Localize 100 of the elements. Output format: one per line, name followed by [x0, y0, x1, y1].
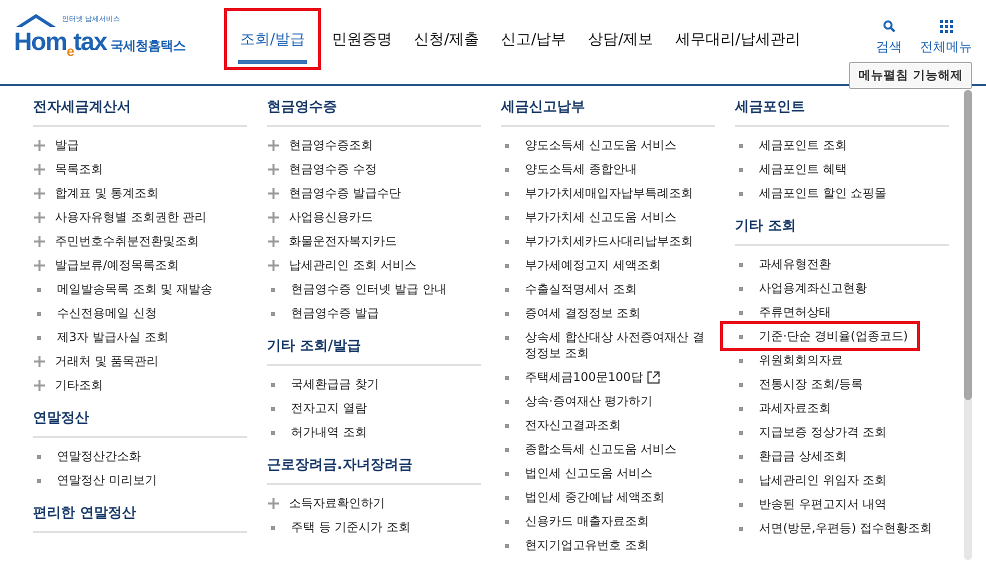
bullet-icon	[739, 479, 743, 483]
bullet-icon	[739, 383, 743, 387]
plus-icon	[34, 260, 45, 271]
menu-link[interactable]: 양도소득세 종합안내	[525, 161, 637, 177]
plus-icon	[268, 164, 279, 175]
menu-link[interactable]: 연말정산 미리보기	[57, 472, 157, 488]
logo-org-name[interactable]: 국세청홈택스	[110, 37, 186, 55]
external-link-icon	[646, 371, 660, 384]
bullet-icon	[505, 264, 509, 268]
menu-link[interactable]: 세금포인트 혜택	[759, 161, 847, 177]
menu-link[interactable]: 납세관리인 위임자 조회	[759, 472, 887, 488]
menu-link[interactable]: 환급금 상세조회	[759, 448, 847, 464]
menu-link[interactable]: 부가가치세카드사대리납부조회	[525, 233, 693, 249]
menu-link[interactable]: 제3자 발급사실 조회	[57, 329, 168, 345]
menu-link[interactable]: 과세유형전환	[759, 256, 831, 272]
menu-link[interactable]: 지급보증 정상가격 조회	[759, 424, 887, 440]
menu-link[interactable]: 세금포인트 할인 쇼핑몰	[759, 185, 887, 201]
menu-link[interactable]: 발급보류/예정목록조회	[55, 257, 180, 273]
plus-icon	[34, 236, 45, 247]
menu-link[interactable]: 서면(방문,우편등) 접수현황조회	[759, 520, 932, 536]
menu-link[interactable]: 기준·단순 경비율(업종코드)	[759, 328, 908, 344]
menu-link[interactable]: 종합소득세 신고도움 서비스	[525, 441, 677, 457]
plus-icon	[34, 356, 45, 367]
tool-button[interactable]: 검색	[876, 20, 902, 56]
nav-tab[interactable]: 상담/제보	[577, 8, 664, 70]
menu-link[interactable]: 현금영수증 발급	[291, 305, 379, 321]
menu-link[interactable]: 현금영수증 인터넷 발급 안내	[291, 281, 446, 297]
nav-tab[interactable]: 세무대리/납세관리	[664, 8, 812, 70]
menu-link[interactable]: 메일발송목록 조회 및 재발송	[57, 281, 212, 297]
bullet-icon	[739, 311, 743, 315]
menu-link[interactable]: 위원회회의자료	[759, 352, 843, 368]
menu-link[interactable]: 목록조회	[55, 161, 103, 177]
bullet-icon	[505, 376, 509, 380]
menu-link[interactable]: 상속·증여재산 평가하기	[525, 393, 653, 409]
bullet-icon	[37, 288, 41, 292]
plus-icon	[34, 188, 45, 199]
section-title: 편리한 연말정산	[33, 504, 247, 533]
plus-icon	[268, 260, 279, 271]
menu-link[interactable]: 과세자료조회	[759, 400, 831, 416]
bullet-icon	[505, 400, 509, 404]
menu-link[interactable]: 현금영수증 수정	[289, 161, 377, 177]
menu-link[interactable]: 전통시장 조회/등록	[759, 376, 863, 392]
nav-tab[interactable]: 신청/제출	[403, 8, 490, 70]
bullet-icon	[505, 448, 509, 452]
bullet-icon	[505, 168, 509, 172]
section-title: 기타 조회	[735, 217, 949, 246]
menu-link[interactable]: 전자고지 열람	[291, 400, 367, 416]
bullet-icon	[37, 479, 41, 483]
nav-tab[interactable]: 민원증명	[321, 8, 404, 70]
menu-link[interactable]: 현지기업고유번호 조회	[525, 537, 649, 553]
bullet-icon	[739, 335, 743, 339]
menu-link[interactable]: 법인세 신고도움 서비스	[525, 465, 653, 481]
menu-link[interactable]: 신용카드 매출자료조회	[525, 513, 649, 529]
menu-link[interactable]: 주택 등 기준시가 조회	[291, 519, 410, 535]
menu-link[interactable]: 세금포인트 조회	[759, 137, 847, 153]
menu-link[interactable]: 합계표 및 통계조회	[55, 185, 159, 201]
menu-link[interactable]: 주민번호수취분전환및조회	[55, 233, 199, 249]
menu-link[interactable]: 반송된 우편고지서 내역	[759, 496, 887, 512]
section-title: 전자세금계산서	[33, 98, 247, 127]
nav-tab[interactable]: 조회/발급	[224, 8, 322, 70]
menu-link[interactable]: 허가내역 조회	[291, 424, 367, 440]
plus-icon	[34, 164, 45, 175]
menu-link[interactable]: 증여세 결정정보 조회	[525, 305, 641, 321]
menu-link[interactable]: 상속세 합산대상 사전증여재산 결정정보 조회	[525, 329, 715, 361]
menu-link[interactable]: 부가가치세 신고도움 서비스	[525, 209, 677, 225]
menu-link[interactable]: 사업용계좌신고현황	[759, 280, 867, 296]
nav-tab[interactable]: 신고/납부	[490, 8, 578, 70]
menu-link[interactable]: 전자신고결과조회	[525, 417, 621, 433]
menu-link[interactable]: 법인세 중간예납 세액조회	[525, 489, 665, 505]
menu-link[interactable]: 주택세금100문100답	[525, 369, 643, 385]
bullet-icon	[739, 168, 743, 172]
menu-link[interactable]: 기타조회	[55, 377, 103, 393]
logo-wordmark[interactable]: Hom$_{e}$tax	[14, 28, 106, 59]
menu-link[interactable]: 주류면허상태	[759, 304, 831, 320]
menu-link[interactable]: 사용자유형별 조회권한 관리	[55, 209, 207, 225]
menu-link[interactable]: 사업용신용카드	[289, 209, 373, 225]
menu-link[interactable]: 납세관리인 조회 서비스	[289, 257, 417, 273]
scrollbar[interactable]	[964, 90, 972, 560]
menu-link[interactable]: 발급	[55, 137, 79, 153]
menu-link[interactable]: 화물운전자복지카드	[289, 233, 397, 249]
plus-icon	[34, 140, 45, 151]
bullet-icon	[37, 312, 41, 316]
menu-link[interactable]: 수신전용메일 신청	[57, 305, 157, 321]
menu-collapse-button[interactable]: 메뉴펼침 기능해제	[849, 62, 972, 89]
menu-link[interactable]: 거래처 및 품목관리	[55, 353, 159, 369]
tool-button[interactable]: 전체메뉴	[920, 20, 972, 56]
menu-link[interactable]: 현금영수증 발급수단	[289, 185, 401, 201]
menu-link[interactable]: 부가가치세매입자납부특례조회	[525, 185, 693, 201]
menu-link[interactable]: 소득자료확인하기	[289, 495, 385, 511]
menu-link[interactable]: 현금영수증조회	[289, 137, 373, 153]
scrollbar-thumb[interactable]	[964, 90, 972, 400]
menu-link[interactable]: 양도소득세 신고도움 서비스	[525, 137, 677, 153]
menu-link[interactable]: 부가세예정고지 세액조회	[525, 257, 661, 273]
plus-icon	[34, 380, 45, 391]
bullet-icon	[271, 431, 275, 435]
menu-link[interactable]: 국세환급금 찾기	[291, 376, 379, 392]
bullet-icon	[739, 359, 743, 363]
menu-link[interactable]: 수출실적명세서 조회	[525, 281, 637, 297]
menu-link[interactable]: 연말정산간소화	[57, 448, 141, 464]
bullet-icon	[271, 526, 275, 530]
